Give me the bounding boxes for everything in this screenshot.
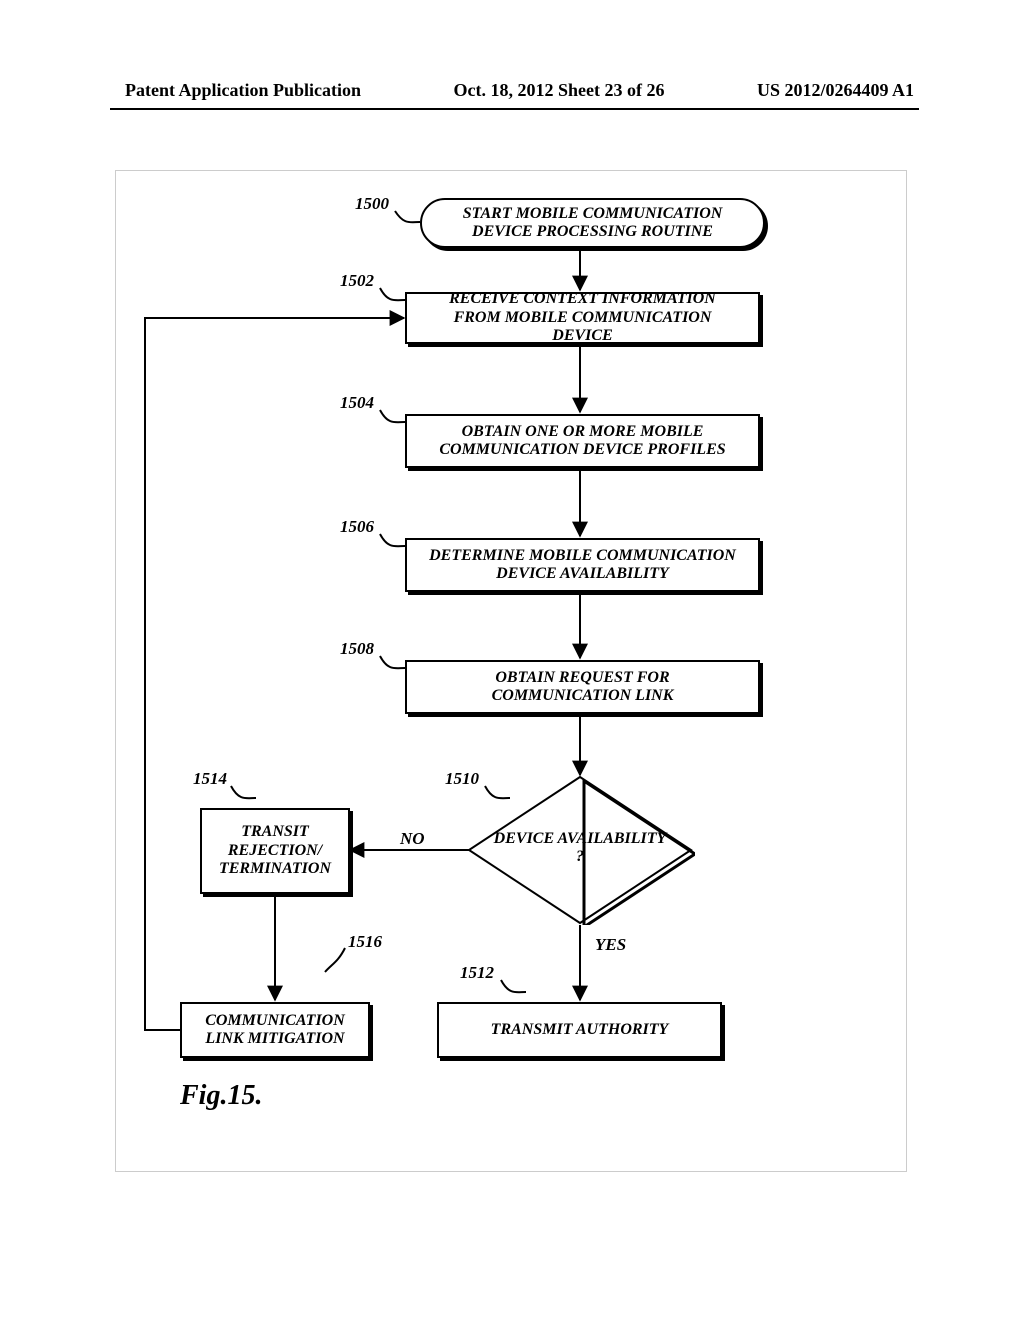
figure-caption: Fig.15. [180,1080,262,1112]
process-1512: TRANSMIT AUTHORITY [437,1002,722,1058]
process-1506: DETERMINE MOBILE COMMUNICATION DEVICE AV… [405,538,760,592]
branch-no: NO [400,829,425,849]
ref-1500: 1500 [355,194,389,214]
process-1512-label: TRANSMIT AUTHORITY [491,1021,669,1039]
branch-yes: YES [595,935,626,955]
decision-1510: DEVICE AVAILABILITY ? [490,808,670,888]
ref-1506: 1506 [340,517,374,537]
header-left: Patent Application Publication [125,80,361,101]
ref-1516: 1516 [348,932,382,952]
ref-1512: 1512 [460,963,494,983]
process-1514: TRANSIT REJECTION/ TERMINATION [200,808,350,894]
process-1508-label: OBTAIN REQUEST FOR COMMUNICATION LINK [425,669,740,706]
process-1506-label: DETERMINE MOBILE COMMUNICATION DEVICE AV… [425,547,740,584]
process-1516: COMMUNICATION LINK MITIGATION [180,1002,370,1058]
page: Patent Application Publication Oct. 18, … [0,0,1024,1320]
process-1502-label: RECEIVE CONTEXT INFORMATION FROM MOBILE … [425,290,740,345]
ref-1514: 1514 [193,769,227,789]
ref-1504: 1504 [340,393,374,413]
ref-1502: 1502 [340,271,374,291]
process-1514-label: TRANSIT REJECTION/ TERMINATION [219,823,331,878]
header-right: US 2012/0264409 A1 [757,80,914,101]
process-1508: OBTAIN REQUEST FOR COMMUNICATION LINK [405,660,760,714]
page-header-row: Patent Application Publication Oct. 18, … [0,80,1024,101]
decision-1510-label: DEVICE AVAILABILITY ? [490,830,670,867]
ref-1508: 1508 [340,639,374,659]
start-terminator: START MOBILE COMMUNICATION DEVICE PROCES… [420,198,765,248]
header-rule [110,108,919,110]
page-header: Patent Application Publication Oct. 18, … [0,80,1024,101]
header-center: Oct. 18, 2012 Sheet 23 of 26 [454,80,665,101]
process-1502: RECEIVE CONTEXT INFORMATION FROM MOBILE … [405,292,760,344]
ref-1510: 1510 [445,769,479,789]
process-1516-label: COMMUNICATION LINK MITIGATION [200,1012,350,1049]
process-1504-label: OBTAIN ONE OR MORE MOBILE COMMUNICATION … [425,423,740,460]
start-terminator-label: START MOBILE COMMUNICATION DEVICE PROCES… [442,205,743,242]
process-1504: OBTAIN ONE OR MORE MOBILE COMMUNICATION … [405,414,760,468]
